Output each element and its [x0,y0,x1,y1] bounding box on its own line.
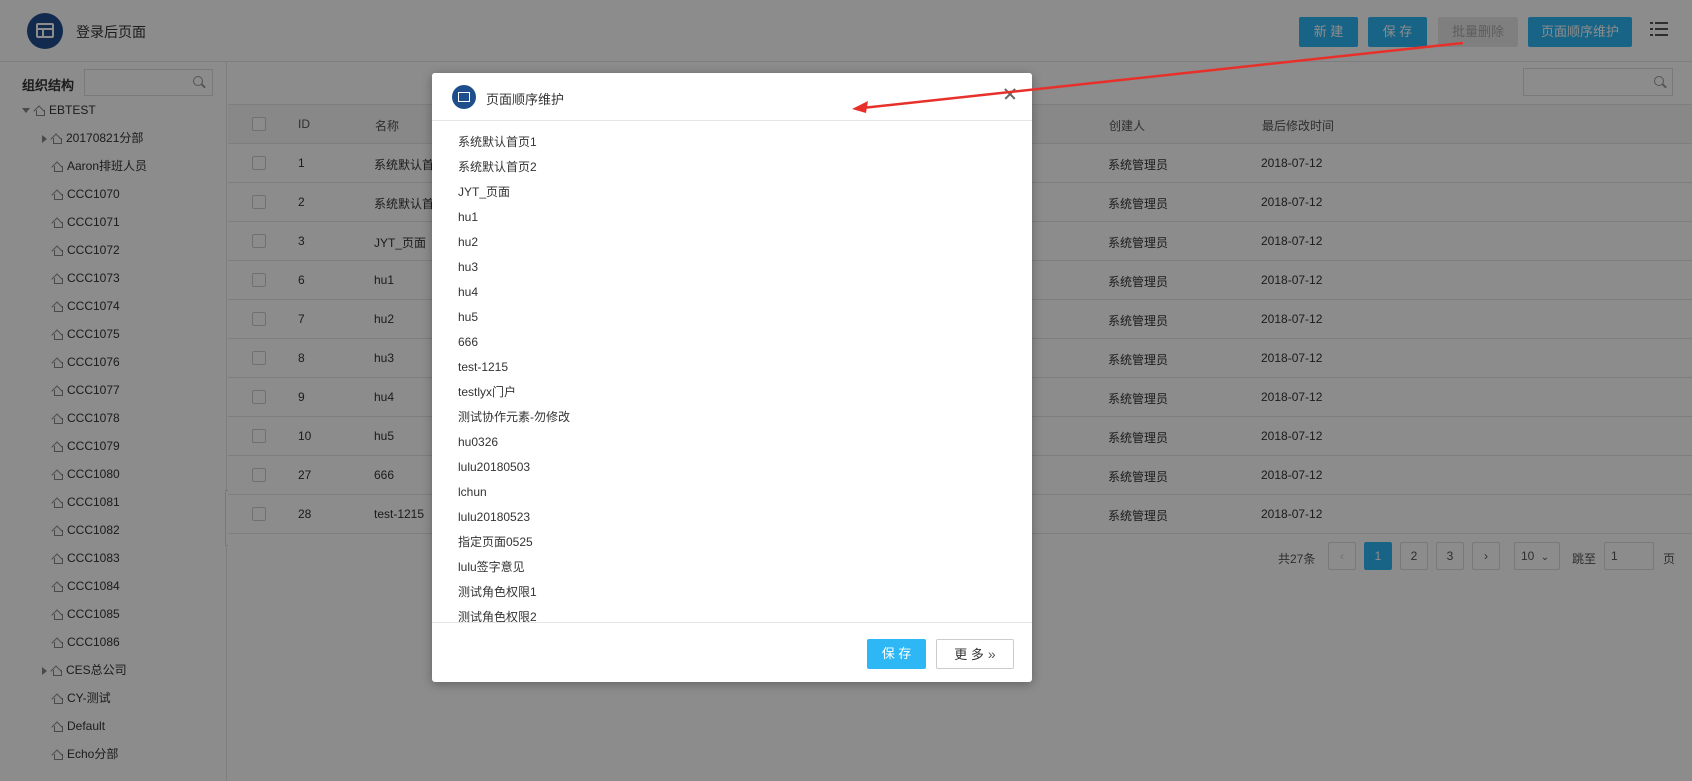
page-order-item[interactable]: lulu20180503 [458,457,530,477]
page-order-item[interactable]: lchun [458,482,487,502]
page-order-item[interactable]: 测试角色权限2 [458,607,537,622]
dialog-footer: 保 存 更 多» [432,622,1032,682]
page-order-item[interactable]: hu2 [458,232,478,252]
page-order-item[interactable]: hu3 [458,257,478,277]
close-icon[interactable] [1000,84,1020,104]
page-order-item[interactable]: lulu签字意见 [458,557,525,577]
page-order-item[interactable]: lulu20180523 [458,507,530,527]
dialog-header: 页面顺序维护 [432,73,1032,121]
page-order-dialog: 页面顺序维护 系统默认首页1 系统默认首页2 JYT_页面 hu1 hu2 hu3 hu4 h… [432,73,1032,682]
page-order-item[interactable]: test-1215 [458,357,508,377]
dialog-save-button[interactable]: 保 存 [867,639,926,669]
page-order-item[interactable]: 测试角色权限1 [458,582,537,602]
page-order-item[interactable]: 测试协作元素-勿修改 [458,407,570,427]
double-chevron-right-icon: » [987,646,996,662]
page-order-item[interactable]: hu0326 [458,432,498,452]
page-order-item[interactable]: hu1 [458,207,478,227]
page-order-item[interactable]: testlyx门户 [458,382,516,402]
page-order-item[interactable]: hu4 [458,282,478,302]
dialog-title: 页面顺序维护 [486,92,565,107]
more-button[interactable]: 更 多» [936,639,1014,669]
page-order-item[interactable]: 系统默认首页1 [458,132,537,152]
page-order-item[interactable]: 系统默认首页2 [458,157,537,177]
dialog-logo-icon [452,85,476,109]
page-order-item[interactable]: JYT_页面 [458,182,510,202]
page-order-item[interactable]: 666 [458,332,478,352]
more-label: 更 多 [954,647,984,662]
page-order-item[interactable]: hu5 [458,307,478,327]
page-order-item[interactable]: 指定页面0525 [458,532,533,552]
page-order-list: 系统默认首页1 系统默认首页2 JYT_页面 hu1 hu2 hu3 hu4 hu5 666 te… [432,122,1032,622]
